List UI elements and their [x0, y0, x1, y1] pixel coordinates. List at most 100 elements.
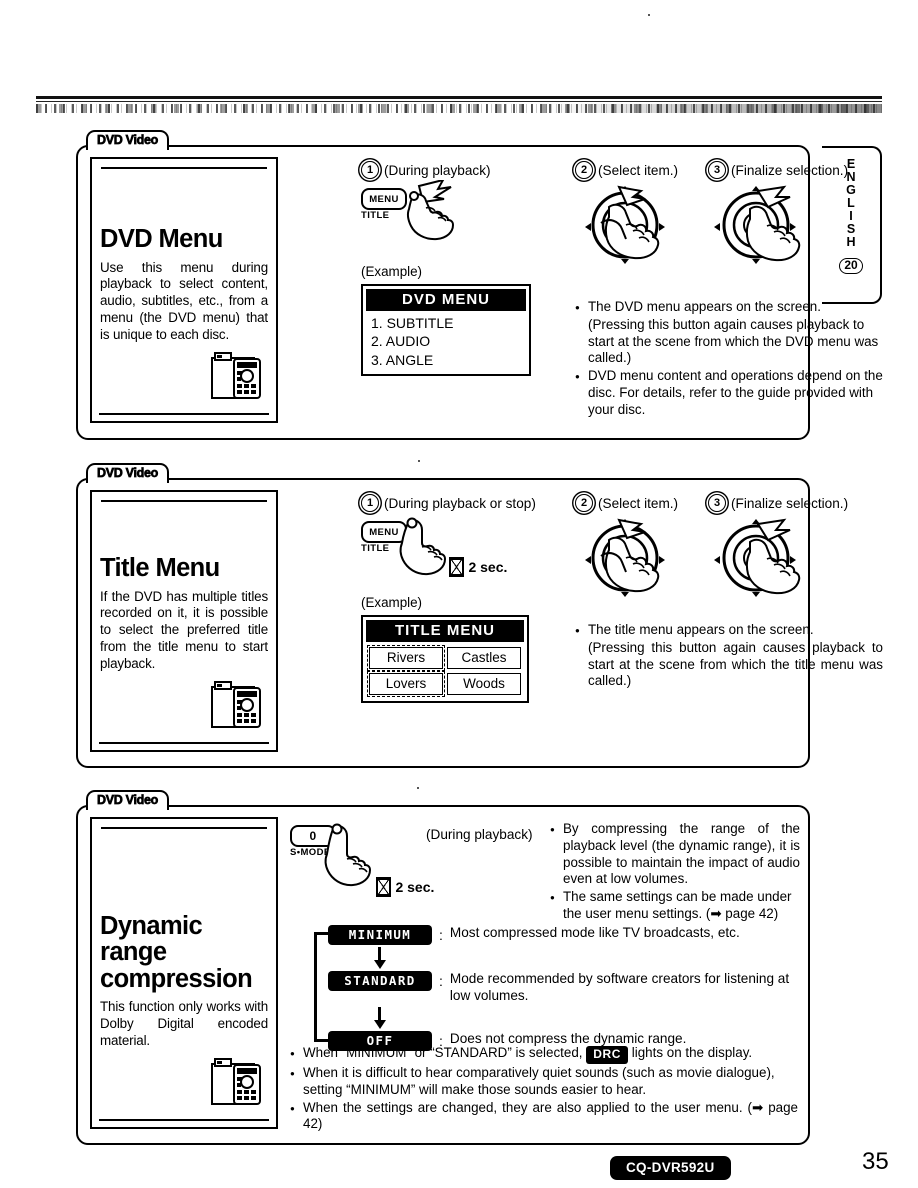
- title-menu-title: Title Menu: [100, 554, 220, 583]
- step-2-caption: (Select item.): [598, 495, 679, 511]
- remote-control-icon: [210, 679, 268, 736]
- note-bullet: When “MINIMUM” or “STANDARD” is selected…: [290, 1045, 798, 1064]
- osd-title-cell[interactable]: Lovers: [366, 670, 446, 698]
- hold-duration-indicator: 2 sec.: [449, 557, 507, 577]
- note-bullet: When the settings are changed, they are …: [290, 1100, 798, 1134]
- note-continuation: (Pressing this button again causes playb…: [588, 639, 883, 689]
- model-number-badge: CQ-DVR592U: [610, 1156, 731, 1180]
- lcd-chip-standard: STANDARD: [328, 971, 432, 991]
- step-1-caption: (During playback or stop): [384, 495, 536, 511]
- osd-title-grid: Rivers Castles Lovers Woods: [366, 642, 524, 698]
- step-number-3: 3: [708, 494, 726, 512]
- page-top-rule: [36, 96, 882, 113]
- title-menu-notes: The title menu appears on the screen. (P…: [575, 622, 883, 691]
- drc-title-line: range: [100, 938, 167, 967]
- dvd-menu-osd-mock: DVD MENU 1. SUBTITLE 2. AUDIO 3. ANGLE: [361, 284, 531, 377]
- rotary-dial-turn-illustration[interactable]: [575, 185, 700, 278]
- rule-thin: [36, 101, 882, 102]
- title-menu-step-2: 2 (Select item.): [575, 494, 700, 609]
- osd-title: DVD MENU: [366, 289, 526, 311]
- dvd-menu-step-3: 3 (Finalize selection.): [708, 161, 883, 278]
- osd-item[interactable]: 3. ANGLE: [371, 351, 524, 369]
- note-bullet: The title menu appears on the screen.: [575, 622, 883, 639]
- drc-mode-flow: MINIMUM : Most compressed mode like TV b…: [314, 925, 798, 1051]
- osd-title-cell[interactable]: Woods: [447, 673, 521, 695]
- step-number-2: 2: [575, 494, 593, 512]
- title-menu-example-label: (Example): [361, 595, 423, 610]
- rotary-dial-turn-illustration[interactable]: [575, 518, 700, 609]
- lcd-chip-minimum: MINIMUM: [328, 925, 432, 945]
- note-bullet: The DVD menu appears on the screen.: [575, 299, 883, 316]
- note-bullet: The same settings can be made under the …: [550, 889, 800, 923]
- note-bullet: When it is difficult to hear comparative…: [290, 1065, 798, 1099]
- step-3-header: 3 (Finalize selection.): [708, 161, 883, 179]
- dvd-menu-step-1: 1 (During playback) MENU TITLE (Example)…: [361, 161, 561, 377]
- page-number: 35: [862, 1148, 889, 1175]
- drc-mode-description: Most compressed mode like TV broadcasts,…: [449, 925, 740, 940]
- section-dvd-menu: DVD Video DVD Menu Use this menu during …: [76, 130, 883, 440]
- title-menu-osd-mock: TITLE MENU Rivers Castles Lovers Woods: [361, 615, 529, 703]
- osd-title-cell[interactable]: Castles: [447, 647, 521, 669]
- drc-title-line: Dynamic: [100, 911, 203, 940]
- section-tab-dvd-video: DVD Video: [86, 790, 169, 810]
- step-1-header: 1 (During playback or stop): [361, 494, 576, 512]
- osd-item[interactable]: 1. SUBTITLE: [371, 314, 524, 332]
- drc-title: Dynamic range compression: [100, 913, 268, 993]
- rotary-dial-press-illustration[interactable]: [708, 518, 883, 609]
- remote-control-icon: [210, 1056, 268, 1113]
- note-continuation: (Pressing this button again causes playb…: [588, 316, 879, 366]
- title-menu-body: If the DVD has multiple titles recorded …: [100, 588, 268, 672]
- osd-title-cell[interactable]: Rivers: [366, 644, 446, 672]
- step-3-caption: (Finalize selection.): [731, 495, 849, 511]
- scan-speck: [417, 787, 419, 789]
- drc-title-line: compression: [100, 964, 253, 993]
- title-menu-step-3: 3 (Finalize selection.): [708, 494, 883, 609]
- title-menu-description-panel: Title Menu If the DVD has multiple title…: [90, 490, 278, 752]
- drc-notes: When “MINIMUM” or “STANDARD” is selected…: [290, 1045, 798, 1134]
- step-2-header: 2 (Select item.): [575, 161, 700, 179]
- step-2-caption: (Select item.): [598, 162, 679, 178]
- note-bullet: DVD menu content and operations depend o…: [575, 368, 883, 418]
- dvd-menu-description-panel: DVD Menu Use this menu during playback t…: [90, 157, 278, 423]
- note-bullet: By compressing the range of the playback…: [550, 821, 800, 888]
- drc-mode-row: STANDARD : Mode recommended by software …: [328, 971, 798, 1005]
- drc-mode-row: MINIMUM : Most compressed mode like TV b…: [328, 925, 798, 945]
- dvd-menu-title: DVD Menu: [100, 225, 223, 254]
- drc-intro-notes: By compressing the range of the playback…: [550, 821, 800, 924]
- hold-duration-label: 2 sec.: [468, 559, 508, 575]
- rotary-dial-press-illustration[interactable]: [708, 185, 883, 278]
- menu-title-button-illustration[interactable]: MENU TITLE 2 sec.: [361, 517, 576, 593]
- section-title-menu: DVD Video Title Menu If the DVD has mult…: [76, 463, 883, 768]
- step-3-caption: (Finalize selection.): [731, 162, 849, 178]
- scan-speck: [648, 14, 650, 16]
- osd-item[interactable]: 2. AUDIO: [371, 332, 524, 350]
- step-1-header: 1 (During playback): [361, 161, 561, 179]
- rule-thick: [36, 96, 882, 99]
- section-tab-dvd-video: DVD Video: [86, 463, 169, 483]
- dvd-menu-example-label: (Example): [361, 264, 423, 279]
- remote-control-icon: [210, 350, 268, 407]
- note-text-pre: When “MINIMUM” or “STANDARD” is selected…: [303, 1045, 583, 1060]
- drc-description-panel: Dynamic range compression This function …: [90, 817, 278, 1129]
- step-number-2: 2: [575, 161, 593, 179]
- hourglass-icon: [449, 557, 464, 577]
- flow-colon: :: [439, 927, 443, 943]
- hold-duration-indicator: 2 sec.: [376, 877, 434, 897]
- dvd-menu-notes: The DVD menu appears on the screen. (Pre…: [575, 299, 883, 419]
- dvd-menu-body: Use this menu during playback to select …: [100, 259, 268, 343]
- menu-title-button-illustration[interactable]: MENU TITLE: [361, 180, 561, 262]
- section-tab-dvd-video: DVD Video: [86, 130, 169, 150]
- step-3-header: 3 (Finalize selection.): [708, 494, 883, 512]
- scan-speck: [418, 460, 420, 462]
- hourglass-icon: [376, 877, 391, 897]
- pressing-hand-icon: [406, 180, 455, 241]
- rule-scan-noise: [36, 104, 882, 113]
- drc-body: This function only works with Dolby Digi…: [100, 999, 268, 1049]
- hold-duration-label: 2 sec.: [395, 879, 435, 895]
- drc-mode-description: Mode recommended by software creators fo…: [449, 971, 790, 1003]
- step-number-1: 1: [361, 494, 379, 512]
- drc-display-chip: DRC: [586, 1046, 629, 1064]
- dvd-menu-step-2: 2 (Select item.): [575, 161, 700, 278]
- osd-title: TITLE MENU: [366, 620, 524, 642]
- step-number-1: 1: [361, 161, 379, 179]
